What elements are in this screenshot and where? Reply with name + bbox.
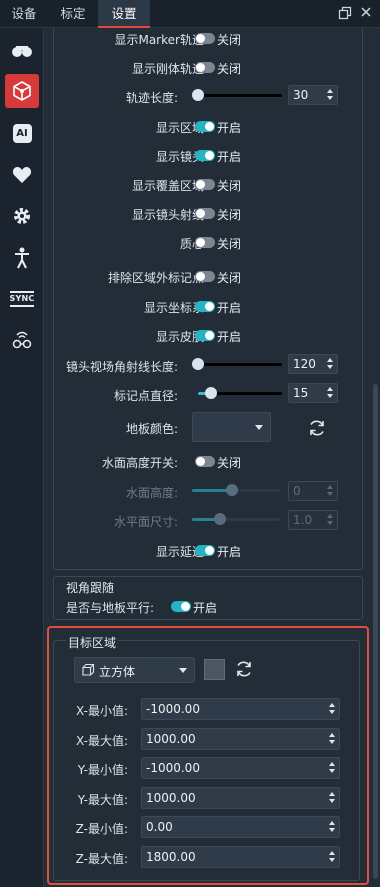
- tab-devices[interactable]: 设备: [0, 0, 48, 28]
- floor-color-refresh-icon[interactable]: [307, 418, 327, 438]
- target-field-label: X-最大值:: [76, 734, 128, 748]
- show-lens-ray-toggle[interactable]: [195, 208, 215, 219]
- show-area-state: 开启: [217, 121, 242, 135]
- marker-diameter-label: 标记点直径:: [113, 389, 178, 403]
- parallel-floor-state: 开启: [193, 601, 218, 615]
- show-delay-state: 开启: [217, 545, 242, 559]
- person-icon: [15, 247, 29, 269]
- show-axes-state: 开启: [217, 301, 242, 315]
- sidebar-item-settings[interactable]: [5, 199, 39, 233]
- target-field-spinbox[interactable]: 1000.00: [141, 787, 340, 809]
- target-field-label: Z-最小值:: [75, 822, 128, 836]
- sidebar-item-skeleton[interactable]: [5, 241, 39, 275]
- show-skin-state: 开启: [217, 330, 242, 344]
- fov-ray-length-spinbox[interactable]: 120: [288, 354, 338, 374]
- water-height-label: 水面高度:: [125, 486, 178, 500]
- target-color-swatch[interactable]: [204, 659, 225, 680]
- parallel-floor-label: 是否与地板平行:: [66, 601, 155, 615]
- shape-dropdown[interactable]: 立方体: [74, 657, 195, 683]
- marker-trail-toggle[interactable]: [195, 33, 215, 44]
- target-field-spinbox[interactable]: 0.00: [141, 816, 340, 838]
- tab-settings[interactable]: 设置: [98, 0, 150, 28]
- sync-icon: SYNC: [9, 291, 35, 307]
- rigidbody-icon: [13, 81, 31, 101]
- target-field-spinbox[interactable]: -1000.00: [141, 698, 340, 720]
- target-field-spinbox[interactable]: 1800.00: [141, 846, 340, 868]
- close-icon[interactable]: [358, 6, 374, 22]
- trail-length-label: 轨迹长度:: [125, 91, 178, 105]
- sidebar-item-sync[interactable]: SYNC: [5, 282, 39, 316]
- target-field-spinbox[interactable]: -1000.00: [141, 757, 340, 779]
- settings-window: 设备 标定 设置 AI SYNC 显示Marker轨迹: 关闭 显示刚体轨迹: …: [0, 0, 380, 887]
- trail-length-slider[interactable]: [192, 89, 282, 101]
- floor-color-dropdown[interactable]: [192, 412, 271, 442]
- show-lens-ray-state: 关闭: [217, 208, 242, 222]
- tab-calibration[interactable]: 标定: [48, 0, 98, 28]
- show-lens-toggle[interactable]: [195, 150, 215, 161]
- water-switch-label: 水面高度开关:: [101, 456, 178, 470]
- water-height-slider[interactable]: [192, 484, 280, 496]
- water-size-label: 水平面尺寸:: [113, 515, 178, 529]
- water-height-spinbox[interactable]: 0: [288, 481, 338, 501]
- show-coverage-toggle[interactable]: [195, 179, 215, 190]
- sidebar-item-health[interactable]: [5, 158, 39, 192]
- ai-icon: AI: [12, 123, 32, 143]
- show-area-toggle[interactable]: [195, 121, 215, 132]
- centroid-toggle[interactable]: [195, 237, 215, 248]
- target-area-title: 目标区域: [66, 634, 119, 651]
- shape-value: 立方体: [99, 665, 136, 679]
- settings-panel: 显示Marker轨迹: 关闭 显示刚体轨迹: 关闭 轨迹长度: 30 显示区域:…: [45, 28, 380, 887]
- show-delay-toggle[interactable]: [195, 545, 215, 556]
- trail-length-spinbox[interactable]: 30: [288, 85, 338, 105]
- target-field-label: Z-最大值:: [75, 852, 128, 866]
- sidebar-item-rigidbody[interactable]: [5, 74, 39, 108]
- exclude-outside-state: 关闭: [217, 271, 242, 285]
- view-follow-title: 视角跟随: [66, 581, 115, 595]
- exclude-outside-toggle[interactable]: [195, 271, 215, 282]
- tab-bar: 设备 标定 设置: [0, 0, 380, 28]
- water-switch-toggle[interactable]: [195, 456, 215, 467]
- show-skin-toggle[interactable]: [195, 330, 215, 341]
- rigid-trail-state: 关闭: [217, 62, 242, 76]
- sidebar-item-wireless[interactable]: [5, 322, 39, 356]
- scrollbar[interactable]: [373, 384, 378, 879]
- water-switch-state: 关闭: [217, 456, 242, 470]
- marker-trail-state: 关闭: [217, 33, 242, 47]
- target-field-label: Y-最大值:: [77, 793, 128, 807]
- fov-ray-length-slider[interactable]: [192, 358, 282, 370]
- cameras-icon: [12, 46, 32, 57]
- show-coverage-state: 关闭: [217, 179, 242, 193]
- marker-diameter-slider[interactable]: [198, 387, 282, 399]
- heart-icon: [12, 167, 32, 183]
- sidebar-item-ai[interactable]: AI: [5, 116, 39, 150]
- floor-color-label: 地板颜色:: [125, 422, 178, 436]
- parallel-floor-toggle[interactable]: [171, 601, 191, 612]
- cube-icon: [82, 663, 95, 676]
- marker-trail-label: 显示Marker轨迹:: [114, 33, 208, 47]
- rigid-trail-toggle[interactable]: [195, 62, 215, 73]
- sidebar-item-cameras[interactable]: [5, 34, 39, 68]
- marker-diameter-spinbox[interactable]: 15: [288, 383, 338, 403]
- float-window-icon[interactable]: [337, 6, 353, 22]
- exclude-outside-label: 排除区域外标记点:: [107, 271, 208, 285]
- water-size-slider[interactable]: [192, 513, 280, 525]
- show-lens-state: 开启: [217, 150, 242, 164]
- target-field-label: Y-最小值:: [77, 763, 128, 777]
- target-refresh-icon[interactable]: [234, 659, 254, 679]
- show-axes-toggle[interactable]: [195, 301, 215, 312]
- target-field-spinbox[interactable]: 1000.00: [141, 728, 340, 750]
- water-size-spinbox[interactable]: 1.0: [288, 510, 338, 530]
- fov-ray-length-label: 镜头视场角射线长度:: [65, 360, 178, 374]
- target-field-label: X-最小值:: [76, 704, 128, 718]
- wireless-glasses-icon: [12, 331, 32, 349]
- sidebar: AI SYNC: [0, 28, 44, 887]
- gear-icon: [14, 208, 30, 224]
- centroid-state: 关闭: [217, 237, 242, 251]
